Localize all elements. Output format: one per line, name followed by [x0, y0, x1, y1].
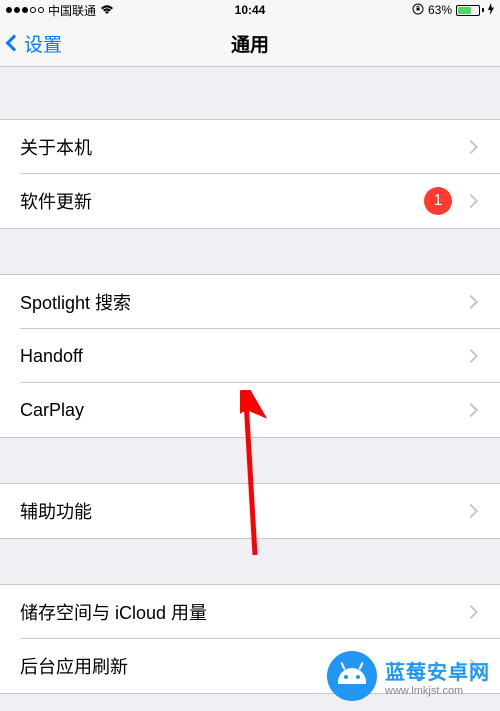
- settings-group: 关于本机 软件更新 1: [0, 119, 500, 229]
- signal-strength-icon: [6, 7, 44, 13]
- row-storage-icloud[interactable]: 储存空间与 iCloud 用量: [0, 585, 500, 639]
- watermark-title: 蓝莓安卓网: [385, 656, 490, 685]
- status-right: 63%: [412, 3, 494, 18]
- row-label: CarPlay: [20, 400, 466, 421]
- orientation-lock-icon: [412, 3, 424, 18]
- chevron-left-icon: [6, 35, 23, 52]
- chevron-right-icon: [464, 605, 478, 619]
- row-about[interactable]: 关于本机: [0, 120, 500, 174]
- nav-bar: 设置 通用: [0, 20, 500, 67]
- charging-icon: [488, 3, 494, 18]
- watermark: 蓝莓安卓网 www.lmkjst.com: [327, 651, 490, 701]
- watermark-logo-icon: [327, 651, 377, 701]
- row-accessibility[interactable]: 辅助功能: [0, 484, 500, 538]
- row-software-update[interactable]: 软件更新 1: [0, 174, 500, 228]
- status-time: 10:44: [235, 3, 266, 17]
- chevron-right-icon: [464, 403, 478, 417]
- chevron-right-icon: [464, 194, 478, 208]
- chevron-right-icon: [464, 140, 478, 154]
- status-bar: 中国联通 10:44 63%: [0, 0, 500, 20]
- notification-badge: 1: [424, 187, 452, 215]
- row-handoff[interactable]: Handoff: [0, 329, 500, 383]
- row-label: 辅助功能: [20, 498, 466, 524]
- settings-group: 辅助功能: [0, 483, 500, 539]
- carrier-label: 中国联通: [48, 2, 96, 19]
- back-button[interactable]: 设置: [0, 30, 62, 57]
- row-spotlight[interactable]: Spotlight 搜索: [0, 275, 500, 329]
- chevron-right-icon: [464, 295, 478, 309]
- page-title: 通用: [231, 30, 269, 57]
- row-label: 软件更新: [20, 188, 424, 214]
- back-label: 设置: [24, 30, 62, 57]
- status-left: 中国联通: [6, 2, 114, 19]
- row-label: Spotlight 搜索: [20, 289, 466, 315]
- battery-icon: [456, 5, 484, 16]
- row-label: 关于本机: [20, 134, 466, 160]
- battery-percent: 63%: [428, 3, 452, 17]
- settings-group: Spotlight 搜索 Handoff CarPlay: [0, 274, 500, 438]
- chevron-right-icon: [464, 349, 478, 363]
- row-label: Handoff: [20, 346, 466, 367]
- wifi-icon: [100, 4, 114, 17]
- chevron-right-icon: [464, 504, 478, 518]
- row-carplay[interactable]: CarPlay: [0, 383, 500, 437]
- row-label: 储存空间与 iCloud 用量: [20, 599, 466, 625]
- watermark-url: www.lmkjst.com: [385, 685, 463, 697]
